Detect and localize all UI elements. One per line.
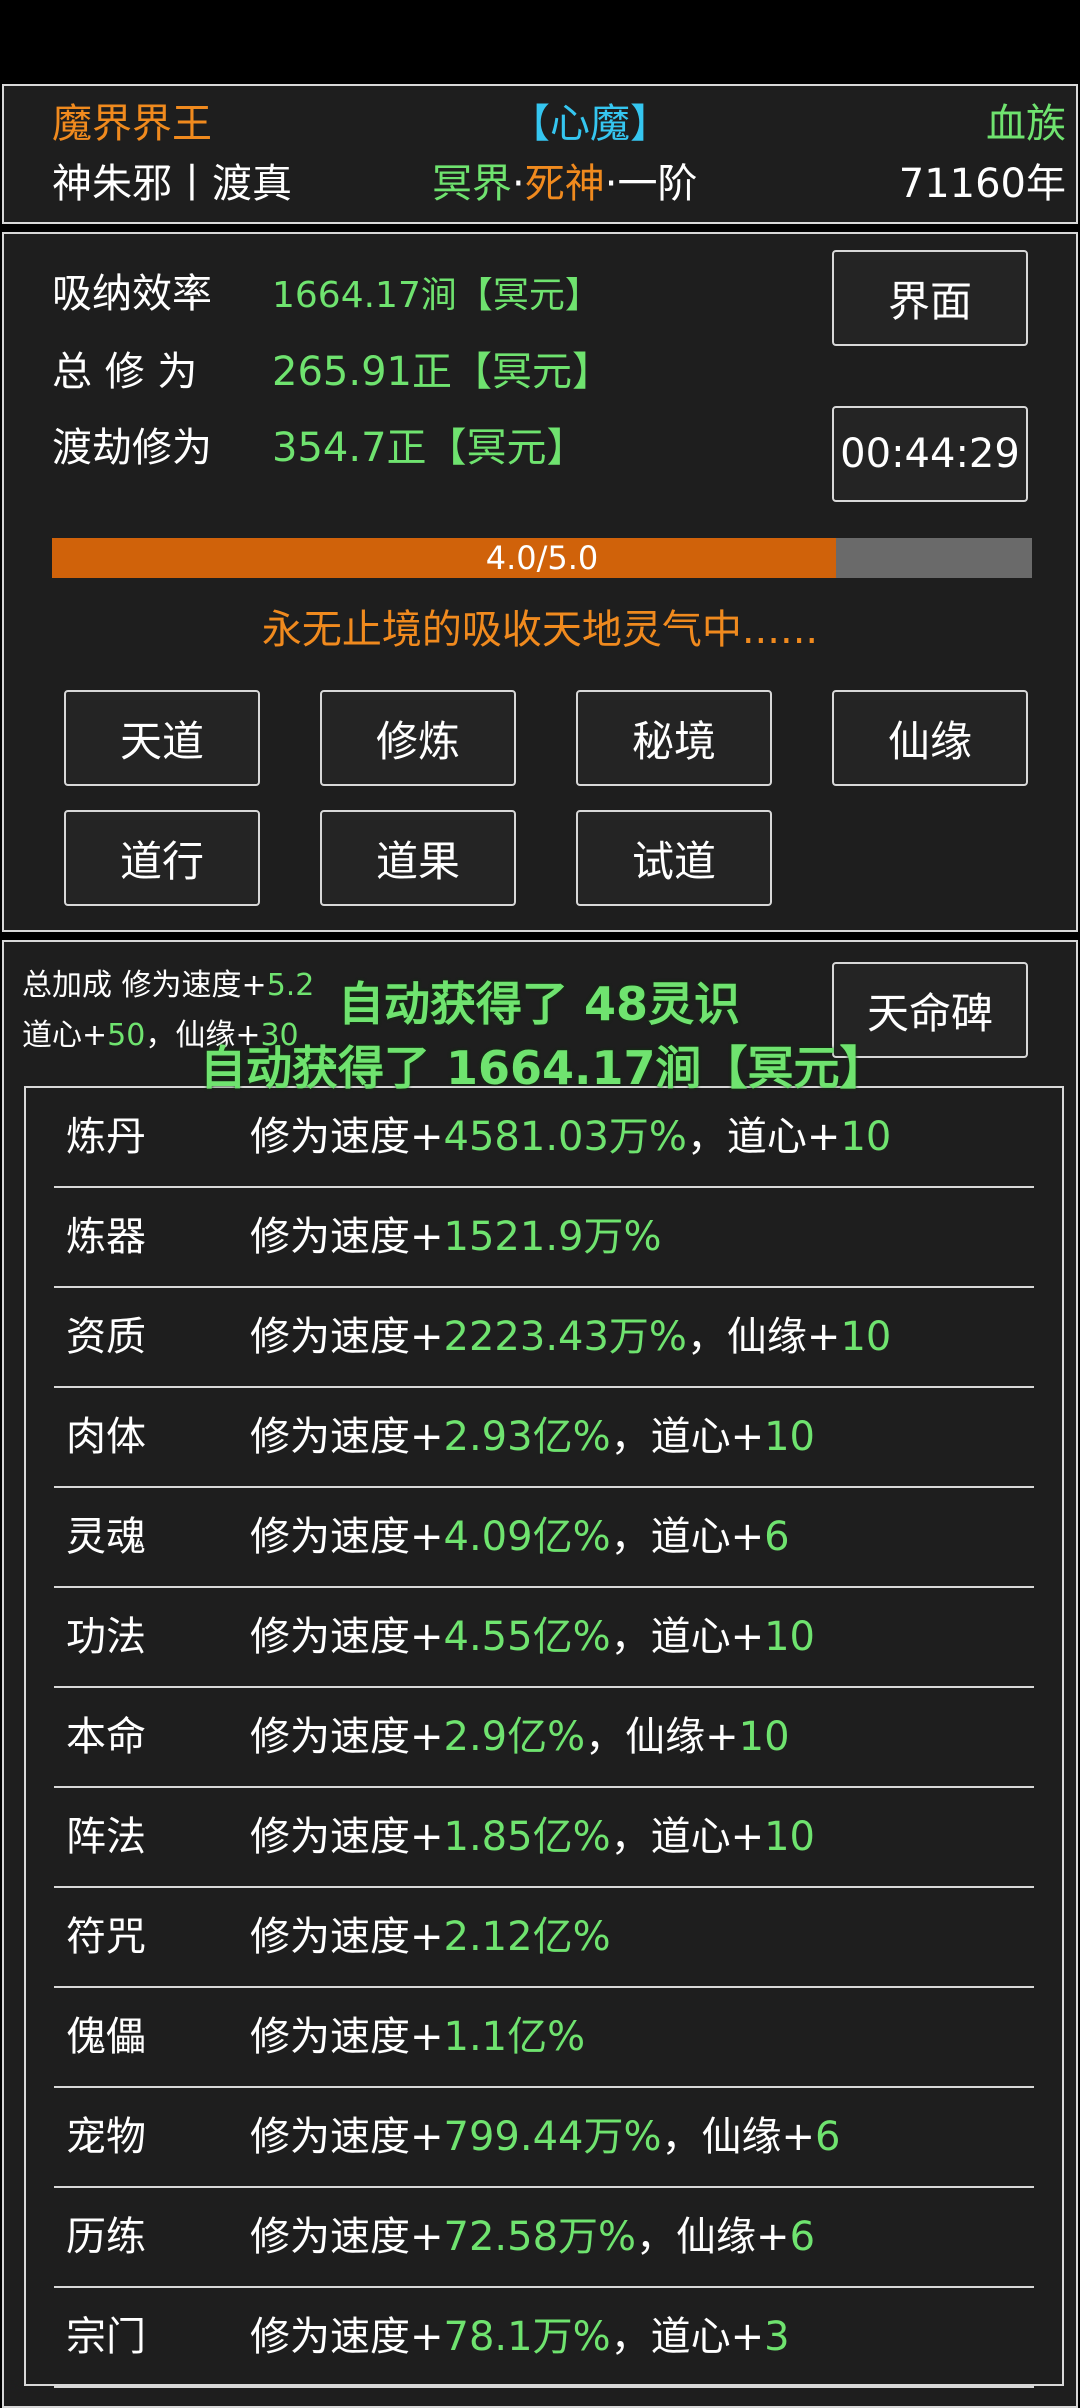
item-desc: 修为速度+2223.43万%，仙缘+10 [250, 1314, 892, 1360]
list-item: 傀儡 修为速度+1.1亿% [54, 1988, 1034, 2088]
tribulation-value: 354.7正【冥元】 [272, 425, 587, 471]
race-label: 血族 [986, 101, 1066, 147]
item-desc: 修为速度+4581.03万%，道心+10 [250, 1114, 892, 1160]
list-item: 炼丹 修为速度+4581.03万%，道心+10 [54, 1088, 1034, 1188]
item-name: 阵法 [66, 1814, 146, 1860]
item-desc: 修为速度+4.09亿%，道心+6 [250, 1514, 790, 1560]
item-desc: 修为速度+2.9亿%，仙缘+10 [250, 1714, 790, 1760]
total-cultivation-label: 总 修 为 [52, 349, 198, 395]
menu-button-shidao[interactable]: 试道 [576, 810, 772, 906]
menu-button-xianyuan[interactable]: 仙缘 [832, 690, 1028, 786]
list-item: 符咒 修为速度+2.12亿% [54, 1888, 1034, 1988]
list-item: 历练 修为速度+72.58万%，仙缘+6 [54, 2188, 1034, 2288]
absorb-value: 1664.17涧【冥元】 [272, 275, 601, 316]
status-message: 永无止境的吸收天地灵气中...... [261, 607, 819, 653]
list-item: 炼器 修为速度+1521.9万% [54, 1188, 1034, 1288]
list-item: 肉体 修为速度+2.93亿%，道心+10 [54, 1388, 1034, 1488]
item-desc: 修为速度+2.93亿%，道心+10 [250, 1414, 816, 1460]
list-item: 灵魂 修为速度+4.09亿%，道心+6 [54, 1488, 1034, 1588]
item-name: 炼器 [66, 1214, 146, 1260]
item-name: 灵魂 [66, 1514, 146, 1560]
item-name: 资质 [66, 1314, 146, 1360]
item-desc: 修为速度+78.1万%，道心+3 [250, 2314, 790, 2360]
menu-button-daoxing[interactable]: 道行 [64, 810, 260, 906]
interface-button[interactable]: 界面 [832, 250, 1028, 346]
bonus-list: 炼丹 修为速度+4581.03万%，道心+10 炼器 修为速度+1521.9万%… [24, 1086, 1064, 2388]
item-desc: 修为速度+72.58万%，仙缘+6 [250, 2214, 816, 2260]
total-bonus-line: 总加成 修为速度+5.2 [22, 968, 315, 1003]
item-name: 功法 [66, 1614, 146, 1660]
item-name: 历练 [66, 2214, 146, 2260]
bonus-panel: 总加成 修为速度+5.2 道心+50，仙缘+30 天命碑 炼丹 修为速度+458… [2, 940, 1078, 2408]
item-name: 本命 [66, 1714, 146, 1760]
item-name: 傀儡 [66, 2014, 146, 2060]
item-name: 炼丹 [66, 1114, 146, 1160]
item-desc: 修为速度+2.12亿% [250, 1914, 611, 1960]
item-desc: 修为速度+1.1亿% [250, 2014, 586, 2060]
notification-spirit-sense: 自动获得了 48灵识 [338, 977, 741, 1031]
item-name: 宗门 [66, 2314, 146, 2360]
item-desc: 修为速度+1.85亿%，道心+10 [250, 1814, 816, 1860]
list-item: 本命 修为速度+2.9亿%，仙缘+10 [54, 1688, 1034, 1788]
timer-display: 00:44:29 [832, 406, 1028, 502]
age-label: 71160年 [898, 161, 1066, 207]
menu-button-mijing[interactable]: 秘境 [576, 690, 772, 786]
list-item: 宗门 修为速度+78.1万%，道心+3 [54, 2288, 1034, 2388]
realm-line: 冥界·死神·一阶 [432, 161, 698, 207]
item-name: 肉体 [66, 1414, 146, 1460]
menu-button-daoguo[interactable]: 道果 [320, 810, 516, 906]
list-item: 功法 修为速度+4.55亿%，道心+10 [54, 1588, 1034, 1688]
list-item: 阵法 修为速度+1.85亿%，道心+10 [54, 1788, 1034, 1888]
demon-tag: 【心魔】 [510, 101, 670, 147]
progress-text: 4.0/5.0 [485, 539, 599, 577]
item-desc: 修为速度+4.55亿%，道心+10 [250, 1614, 816, 1660]
list-item: 宠物 修为速度+799.44万%，仙缘+6 [54, 2088, 1034, 2188]
realm-title: 魔界界王 [52, 101, 212, 147]
notification-netherworld-essence: 自动获得了 1664.17涧【冥元】 [200, 1041, 886, 1095]
total-cultivation-value: 265.91正【冥元】 [272, 349, 612, 395]
item-name: 符咒 [66, 1914, 146, 1960]
cultivation-progress-bar: 4.0/5.0 [52, 538, 1032, 578]
item-desc: 修为速度+1521.9万% [250, 1214, 662, 1260]
item-desc: 修为速度+799.44万%，仙缘+6 [250, 2114, 841, 2160]
menu-button-xiulian[interactable]: 修炼 [320, 690, 516, 786]
list-item: 资质 修为速度+2223.43万%，仙缘+10 [54, 1288, 1034, 1388]
menu-button-tiandao[interactable]: 天道 [64, 690, 260, 786]
absorb-label: 吸纳效率 [52, 271, 212, 317]
character-name: 神朱邪丨渡真 [52, 161, 292, 207]
tribulation-label: 渡劫修为 [52, 425, 212, 471]
cultivation-panel: 吸纳效率 1664.17涧【冥元】 总 修 为 265.91正【冥元】 渡劫修为… [2, 232, 1078, 932]
item-name: 宠物 [66, 2114, 146, 2160]
character-header-panel: 魔界界王 【心魔】 血族 神朱邪丨渡真 冥界·死神·一阶 71160年 [2, 84, 1078, 224]
